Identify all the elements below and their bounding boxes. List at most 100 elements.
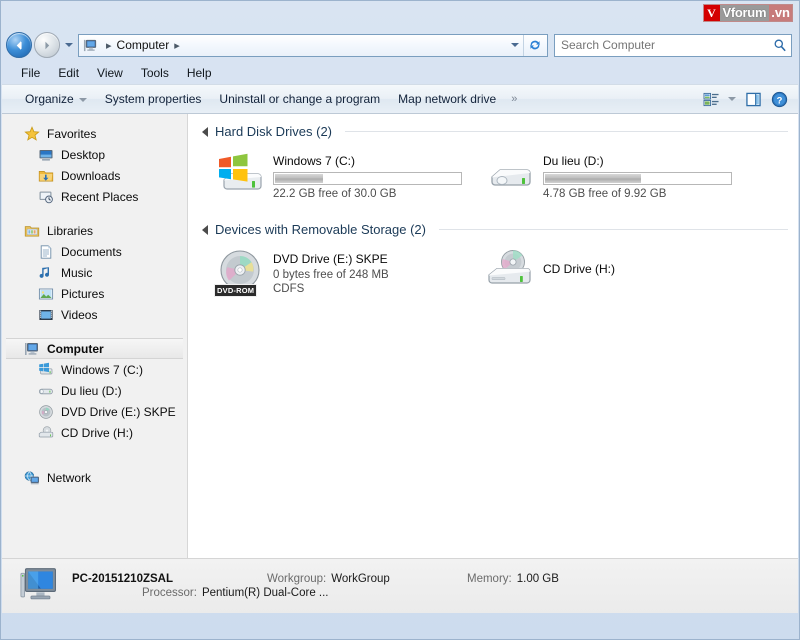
- drive-tile-dvd-drive-e[interactable]: DVD-ROM DVD Drive (E:) SKPE 0 bytes free…: [202, 246, 472, 304]
- uninstall-or-change-program-button[interactable]: Uninstall or change a program: [210, 88, 389, 110]
- computer-icon: [83, 39, 97, 51]
- navigation-pane: Favorites Desktop Downloads Recent Place…: [2, 114, 188, 558]
- triangle-expanded-icon[interactable]: [202, 224, 208, 235]
- address-bar[interactable]: ▸ Computer ▸: [78, 33, 548, 57]
- capacity-bar: [273, 172, 462, 185]
- forward-button[interactable]: [34, 32, 60, 58]
- drive-tile-windows-7-c[interactable]: Windows 7 (C:) 22.2 GB free of 30.0 GB: [202, 148, 472, 206]
- memory-label: Memory:: [467, 573, 512, 585]
- menu-edit[interactable]: Edit: [49, 64, 88, 82]
- details-row-2: Processor: Pentium(R) Dual-Core ...: [72, 587, 798, 599]
- breadcrumb-computer[interactable]: Computer: [117, 38, 170, 52]
- sidebar-item-cd-drive-h[interactable]: CD Drive (H:): [2, 422, 187, 443]
- workgroup-label: Workgroup:: [267, 573, 327, 585]
- drive-info: Windows 7 (C:) 22.2 GB free of 30.0 GB: [273, 150, 468, 204]
- dvd-disc-icon: DVD-ROM: [214, 248, 264, 297]
- chevron-down-icon: [511, 43, 519, 47]
- sidebar-group-libraries[interactable]: Libraries: [2, 220, 187, 241]
- sidebar-item-windows-7-c[interactable]: Windows 7 (C:): [2, 359, 187, 380]
- search-input[interactable]: [561, 38, 773, 52]
- memory-cell: Memory: 1.00 GB: [467, 573, 559, 585]
- vforum-name: Vforum: [719, 5, 770, 21]
- sidebar-label: Music: [61, 265, 93, 280]
- vforum-tld: .vn: [769, 5, 792, 21]
- view-layout-icon: [703, 92, 719, 106]
- group-header-removable-storage[interactable]: Devices with Removable Storage (2): [202, 222, 798, 237]
- refresh-button[interactable]: [523, 34, 545, 56]
- hard-drive-icon: [486, 150, 534, 198]
- drive-name: CD Drive (H:): [543, 262, 615, 276]
- drive-tiles-hard-disks: Windows 7 (C:) 22.2 GB free of 30.0 GB D…: [202, 148, 798, 206]
- sidebar-item-music[interactable]: Music: [2, 262, 187, 283]
- preview-pane-button[interactable]: [740, 87, 766, 111]
- triangle-expanded-icon[interactable]: [202, 126, 208, 137]
- file-list-pane: Hard Disk Drives (2) Windows 7 (C:) 22.2…: [188, 114, 798, 558]
- sidebar-item-videos[interactable]: Videos: [2, 304, 187, 325]
- sidebar-item-recent-places[interactable]: Recent Places: [2, 186, 187, 207]
- sidebar-item-downloads[interactable]: Downloads: [2, 165, 187, 186]
- address-dropdown-button[interactable]: [507, 43, 523, 47]
- sidebar-label: Recent Places: [61, 189, 139, 204]
- toolbar-overflow-button[interactable]: »: [505, 89, 521, 109]
- workgroup-cell: Workgroup: WorkGroup: [267, 573, 467, 585]
- drive-free-space: 22.2 GB free of 30.0 GB: [273, 188, 397, 200]
- capacity-bar-fill: [275, 174, 324, 183]
- music-note-icon: [39, 266, 50, 278]
- sidebar-item-pictures[interactable]: Pictures: [2, 283, 187, 304]
- recent-places-icon: [39, 191, 53, 203]
- sidebar-label: CD Drive (H:): [61, 425, 133, 440]
- drive-name: Windows 7 (C:): [273, 154, 356, 168]
- sidebar-group-network[interactable]: Network: [2, 467, 187, 488]
- cd-drive-icon: [486, 248, 534, 296]
- search-icon[interactable]: [773, 38, 787, 52]
- processor-label: Processor:: [142, 587, 197, 599]
- sidebar-item-dvd-drive-e[interactable]: DVD Drive (E:) SKPE: [2, 401, 187, 422]
- preview-pane-icon: [745, 92, 761, 106]
- sidebar-label: Pictures: [61, 286, 105, 301]
- breadcrumb-separator-1: ▸: [106, 39, 112, 52]
- details-text: PC-20151210ZSAL Workgroup: WorkGroup Mem…: [72, 573, 798, 599]
- organize-button[interactable]: Organize: [16, 88, 96, 110]
- breadcrumb-separator-2[interactable]: ▸: [171, 39, 183, 52]
- drive-free-space: 4.78 GB free of 9.92 GB: [543, 188, 667, 200]
- sidebar-group-favorites[interactable]: Favorites: [2, 123, 187, 144]
- view-dropdown-button[interactable]: [724, 87, 740, 111]
- menu-view[interactable]: View: [88, 64, 132, 82]
- system-properties-button[interactable]: System properties: [96, 88, 211, 110]
- drive-tile-cd-drive-h[interactable]: CD Drive (H:): [472, 246, 742, 304]
- explorer-window: V Vforum .vn ▸ Computer ▸ Search Compute…: [0, 0, 800, 640]
- desktop-icon: [39, 149, 53, 161]
- workgroup-value: WorkGroup: [331, 573, 390, 585]
- sidebar-item-du-lieu-d[interactable]: Du lieu (D:): [2, 380, 187, 401]
- menu-help[interactable]: Help: [178, 64, 221, 82]
- sidebar-label: Libraries: [47, 223, 94, 238]
- sidebar-item-desktop[interactable]: Desktop: [2, 144, 187, 165]
- change-view-button[interactable]: [698, 87, 724, 111]
- vforum-watermark: V Vforum .vn: [702, 4, 793, 22]
- map-network-drive-button[interactable]: Map network drive: [389, 88, 505, 110]
- computer-icon: [25, 342, 38, 355]
- computer-name: PC-20151210ZSAL: [72, 573, 173, 585]
- arrow-right-icon: [44, 41, 49, 49]
- group-rule: [345, 131, 788, 132]
- menu-file[interactable]: File: [12, 64, 49, 82]
- sidebar-label: Desktop: [61, 147, 106, 162]
- sidebar-item-documents[interactable]: Documents: [2, 241, 187, 262]
- recent-pages-dropdown[interactable]: [62, 32, 76, 58]
- back-button[interactable]: [6, 32, 32, 58]
- sidebar-item-computer[interactable]: Computer: [6, 338, 183, 359]
- group-header-hard-disk-drives[interactable]: Hard Disk Drives (2): [202, 124, 798, 139]
- menu-tools[interactable]: Tools: [132, 64, 178, 82]
- dvd-disc-icon: [39, 404, 53, 419]
- drive-info: DVD Drive (E:) SKPE 0 bytes free of 248 …: [273, 248, 468, 302]
- help-button[interactable]: ?: [766, 87, 792, 111]
- windows-drive-icon: [216, 150, 264, 198]
- search-box[interactable]: [554, 33, 792, 57]
- capacity-bar: [543, 172, 732, 185]
- drive-name: DVD Drive (E:) SKPE: [273, 252, 388, 266]
- pictures-icon: [38, 288, 54, 299]
- explorer-body: Favorites Desktop Downloads Recent Place…: [2, 114, 798, 558]
- drive-tile-du-lieu-d[interactable]: Du lieu (D:) 4.78 GB free of 9.92 GB: [472, 148, 742, 206]
- hard-drive-icon: [38, 388, 53, 394]
